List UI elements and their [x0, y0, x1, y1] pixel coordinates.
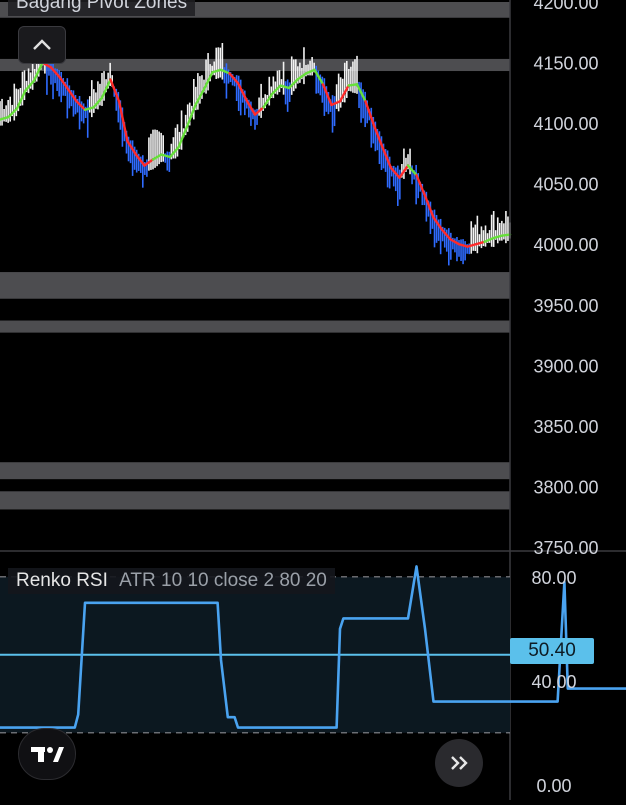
- tradingview-logo-button[interactable]: [18, 728, 76, 780]
- tradingview-logo-icon: [31, 747, 64, 762]
- trend-segment: [500, 233, 512, 237]
- pivot-zone-5: [0, 491, 510, 510]
- pivot-zone-2: [0, 272, 510, 299]
- rsi-tick-label: 80.00: [531, 568, 576, 588]
- chevron-up-icon: [33, 39, 51, 50]
- trend-segment: [109, 78, 121, 103]
- price-tick-label: 4050.00: [533, 175, 598, 195]
- pivot-zone-1: [0, 58, 510, 72]
- rsi-title[interactable]: Renko RSI ATR 10 10 close 2 80 20: [8, 568, 335, 594]
- rsi-title-params: ATR 10 10 close 2 80 20: [119, 570, 327, 591]
- pivot-zone-3: [0, 320, 510, 333]
- price-tick-label: 3750.00: [533, 538, 598, 558]
- pivot-zone-4: [0, 462, 510, 480]
- price-tick-label: 3900.00: [533, 356, 598, 376]
- price-tick-label: 3850.00: [533, 417, 598, 437]
- price-tick-label: 4000.00: [533, 235, 598, 255]
- rsi-current-value-badge: 50.40: [510, 638, 594, 664]
- price-tick-label: 3800.00: [533, 477, 598, 497]
- price-tick-label: 4100.00: [533, 114, 598, 134]
- price-tick-label: 3950.00: [533, 296, 598, 316]
- chart-svg[interactable]: 4200.00 4150.00 4100.00 4050.00 4000.00 3950.…: [0, 0, 626, 800]
- chart-root: 4200.00 4150.00 4100.00 4050.00 4000.00 3950.…: [0, 0, 626, 800]
- price-tick-label: 4200.00: [533, 0, 598, 13]
- rsi-title-name: Renko RSI: [16, 570, 108, 591]
- scroll-to-realtime-button[interactable]: [435, 739, 483, 787]
- rsi-tick-label: 0.00: [536, 776, 571, 796]
- indicator-title-text: Bagang Pivot Zones: [16, 0, 188, 13]
- price-tick-label: 4150.00: [533, 54, 598, 74]
- double-chevron-right-icon: [451, 756, 468, 770]
- trend-segment: [347, 83, 359, 87]
- collapse-button[interactable]: [18, 26, 66, 64]
- indicator-title[interactable]: Bagang Pivot Zones: [8, 0, 196, 16]
- rsi-tick-label: 40.00: [531, 672, 576, 692]
